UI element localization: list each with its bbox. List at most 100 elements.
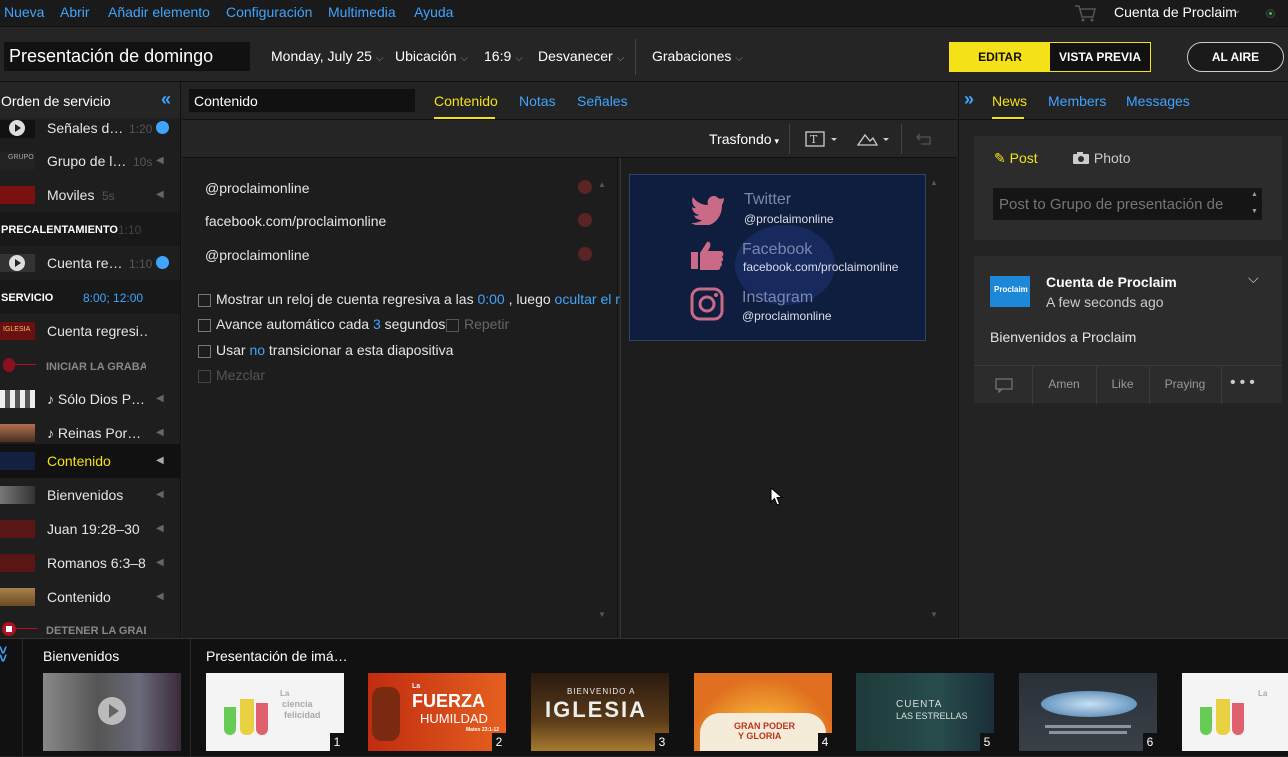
presentation-title-input[interactable]	[4, 42, 250, 71]
tab-content[interactable]: Contenido	[434, 93, 498, 109]
scroll-down-icon[interactable]: ▼	[598, 610, 606, 619]
service-item[interactable]: Juan 19:28–30 ◀	[0, 512, 180, 546]
service-item[interactable]: Moviles 5s ◀	[0, 178, 180, 212]
remove-line-icon[interactable]	[578, 247, 592, 261]
section-header-service[interactable]: SERVICIO 8:00; 12:00	[0, 280, 180, 314]
comment-icon[interactable]	[995, 378, 1013, 393]
stop-recording-item[interactable]: DETENER LA GRABACIÓN	[0, 612, 180, 638]
current-item-label: Bienvenidos	[43, 648, 120, 664]
remove-line-icon[interactable]	[578, 180, 592, 194]
tab-signals[interactable]: Señales	[577, 93, 628, 109]
item-name-input[interactable]	[189, 89, 415, 112]
service-item[interactable]: Bienvenidos ◀	[0, 478, 180, 512]
slide-thumb[interactable]: La	[1182, 673, 1288, 751]
countdown-checkbox[interactable]	[198, 294, 211, 307]
item-label: Contenido	[47, 453, 111, 469]
tab-news[interactable]: News	[992, 93, 1027, 109]
repeat-checkbox[interactable]	[446, 319, 459, 332]
menu-media[interactable]: Multimedia	[328, 4, 396, 20]
edit-button[interactable]: EDITAR	[950, 43, 1050, 71]
shuffle-checkbox[interactable]	[198, 370, 211, 383]
countdown-time-link[interactable]: 0:00	[477, 291, 504, 307]
transition-checkbox[interactable]	[198, 345, 211, 358]
menu-bar: Nueva Abrir Añadir elemento Configuració…	[0, 0, 1288, 26]
service-item[interactable]: Contenido ◀	[0, 580, 180, 614]
service-item[interactable]: Cuenta re… 1:10	[0, 246, 180, 280]
slide-thumb[interactable]: CUENTA LAS ESTRELLAS 5	[856, 673, 994, 751]
section-label: SERVICIO	[1, 292, 54, 304]
scroll-down-icon[interactable]: ▼	[930, 610, 938, 619]
date-dropdown[interactable]: Monday, July 25 ⌵	[271, 48, 384, 64]
news-panel: » News Members Messages ✎ Post Photo ▲ ▼…	[958, 82, 1288, 638]
advance-seconds-link[interactable]: 3	[373, 316, 381, 332]
chevron-down-icon[interactable]: ⌵	[1248, 270, 1259, 287]
countdown-text: Mostrar un reloj de cuenta regresiva a l…	[216, 291, 474, 307]
auto-advance-checkbox[interactable]	[198, 319, 211, 332]
social-line-instagram[interactable]: @proclaimonline	[205, 247, 309, 263]
slide-thumb[interactable]: 6	[1019, 673, 1157, 751]
undo-icon[interactable]	[915, 130, 935, 148]
tab-members[interactable]: Members	[1048, 93, 1106, 109]
start-recording-item[interactable]: INICIAR LA GRABACIÓN	[0, 348, 180, 382]
background-dropdown[interactable]: Trasfondo ▾	[709, 131, 779, 147]
slide-thumb[interactable]: GRAN PODER Y GLORIA 4	[694, 673, 832, 751]
like-button[interactable]: Like	[1096, 377, 1149, 391]
amen-button[interactable]: Amen	[1032, 377, 1096, 391]
menu-settings[interactable]: Configuración	[226, 4, 312, 20]
feed-author: Cuenta de Proclaim	[1046, 274, 1177, 290]
service-order-sidebar: Orden de servicio « Señales d… 1:20 GRUP…	[0, 82, 181, 638]
service-item-selected[interactable]: Contenido ◀	[0, 444, 180, 478]
item-duration: 1:20	[129, 122, 153, 136]
menu-help[interactable]: Ayuda	[414, 4, 453, 20]
service-item[interactable]: Señales d… 1:20	[0, 110, 180, 144]
location-dropdown[interactable]: Ubicación ⌵	[395, 48, 468, 64]
slide-preview[interactable]: Twitter @proclaimonline Facebook faceboo…	[629, 174, 926, 341]
collapse-left-icon[interactable]: «	[161, 89, 171, 110]
menu-open[interactable]: Abrir	[60, 4, 90, 20]
ratio-dropdown[interactable]: 16:9 ⌵	[484, 48, 523, 64]
go-live-button[interactable]: AL AIRE	[1187, 42, 1284, 72]
service-item[interactable]: Romanos 6:3–8 ◀	[0, 546, 180, 580]
more-icon[interactable]: •••	[1230, 374, 1259, 392]
current-item-thumb[interactable]	[43, 673, 181, 751]
play-icon[interactable]	[156, 121, 169, 134]
scroll-up-icon[interactable]: ▲	[930, 178, 938, 187]
social-line-facebook[interactable]: facebook.com/proclaimonline	[205, 213, 386, 229]
svg-text:T: T	[810, 133, 818, 146]
slide-thumb[interactable]: BIENVENIDO A IGLESIA 3	[531, 673, 669, 751]
slide-number: 5	[980, 733, 994, 751]
collapse-down-icon[interactable]: ˅ ˅	[0, 643, 7, 665]
service-item[interactable]: IGLESIA Cuenta regresi…	[0, 314, 180, 348]
social-line-twitter[interactable]: @proclaimonline	[205, 180, 309, 196]
expand-right-icon[interactable]: »	[964, 89, 974, 110]
play-icon[interactable]	[156, 256, 169, 269]
preview-button[interactable]: VISTA PREVIA	[1050, 43, 1150, 71]
menu-add-item[interactable]: Añadir elemento	[108, 4, 210, 20]
recordings-dropdown[interactable]: Grabaciones ⌵	[652, 48, 743, 64]
slide-thumb[interactable]: La FUERZA HUMILDAD Mateo 23:1-12 2	[368, 673, 506, 751]
slide-text: FUERZA	[412, 691, 485, 711]
service-item[interactable]: GRUPO Grupo de l… 10s ◀	[0, 144, 180, 178]
chevron-down-icon: ⌵	[616, 53, 625, 64]
post-input[interactable]	[993, 188, 1262, 220]
slide-thumb[interactable]: La ciencia felicidad 1	[206, 673, 344, 751]
remove-line-icon[interactable]	[578, 213, 592, 227]
photo-tab[interactable]: Photo	[1072, 150, 1130, 166]
service-item[interactable]: ♪ Sólo Dios P… ◀	[0, 382, 180, 416]
scroll-down-icon[interactable]: ▼	[1251, 208, 1258, 215]
menu-new[interactable]: Nueva	[4, 4, 44, 20]
praying-button[interactable]: Praying	[1149, 377, 1221, 391]
image-icon[interactable]	[856, 130, 890, 148]
tab-notes[interactable]: Notas	[519, 93, 556, 109]
section-header-warmup[interactable]: PRECALENTAMIENTO 1:10	[0, 212, 180, 246]
post-tab[interactable]: ✎ Post	[994, 150, 1038, 167]
transition-type-link[interactable]: no	[249, 342, 265, 358]
account-menu[interactable]: Cuenta de Proclaim	[1114, 4, 1237, 20]
text-box-icon[interactable]: T	[804, 130, 838, 148]
scroll-up-icon[interactable]: ▲	[1251, 191, 1258, 198]
scroll-up-icon[interactable]: ▲	[598, 180, 606, 189]
tab-messages[interactable]: Messages	[1126, 93, 1190, 109]
countdown-hide-link[interactable]: ocultar el re	[555, 291, 628, 307]
cart-icon[interactable]	[1073, 3, 1097, 23]
transition-dropdown[interactable]: Desvanecer ⌵	[538, 48, 624, 64]
